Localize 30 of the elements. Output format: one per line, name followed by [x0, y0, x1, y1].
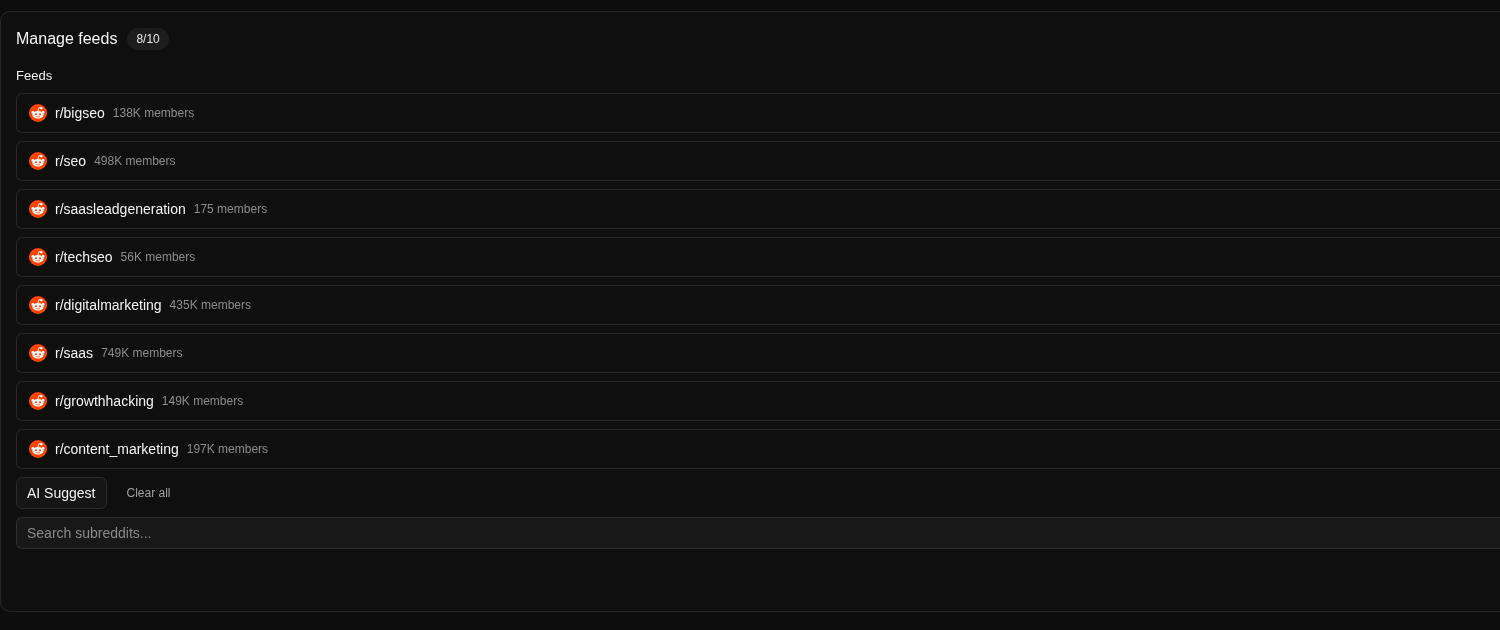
alien-head-icon [29, 440, 47, 458]
subreddit-name: r/content_marketing [55, 441, 179, 457]
alien-head-icon [29, 104, 47, 122]
subreddit-name: r/saasleadgeneration [55, 201, 186, 217]
section-label: Feeds [16, 67, 53, 85]
member-count: 749K members [101, 346, 183, 360]
action-button[interactable]: Clear all [114, 477, 183, 509]
subreddit-name: r/saas [55, 345, 94, 361]
member-count: 138K members [112, 106, 195, 120]
member-count: 175 members [193, 202, 268, 216]
action-button[interactable]: AI Suggest [16, 477, 107, 509]
member-count: 197K members [186, 442, 269, 456]
member-count: 435K members [169, 298, 251, 312]
alien-head-icon [29, 344, 47, 362]
alien-head-icon [29, 392, 47, 410]
subreddit-name: r/seo [55, 153, 87, 169]
subreddit-name: r/digitalmarketing [55, 297, 162, 313]
subreddit-name: r/techseo [55, 249, 113, 265]
search-field[interactable]: Search subreddits... [16, 517, 1500, 549]
alien-head-icon [29, 200, 47, 218]
subreddit-name: r/growthhacking [55, 393, 154, 409]
alien-head-icon [29, 152, 47, 170]
alien-head-icon [29, 296, 47, 314]
member-count: 149K members [161, 394, 244, 408]
subreddit-name: r/bigseo [55, 105, 105, 121]
count-badge: 8/10 [127, 28, 169, 50]
panel-title: Manage feeds [16, 30, 118, 48]
member-count: 498K members [94, 154, 176, 168]
alien-head-icon [29, 248, 47, 266]
member-count: 56K members [120, 250, 196, 264]
